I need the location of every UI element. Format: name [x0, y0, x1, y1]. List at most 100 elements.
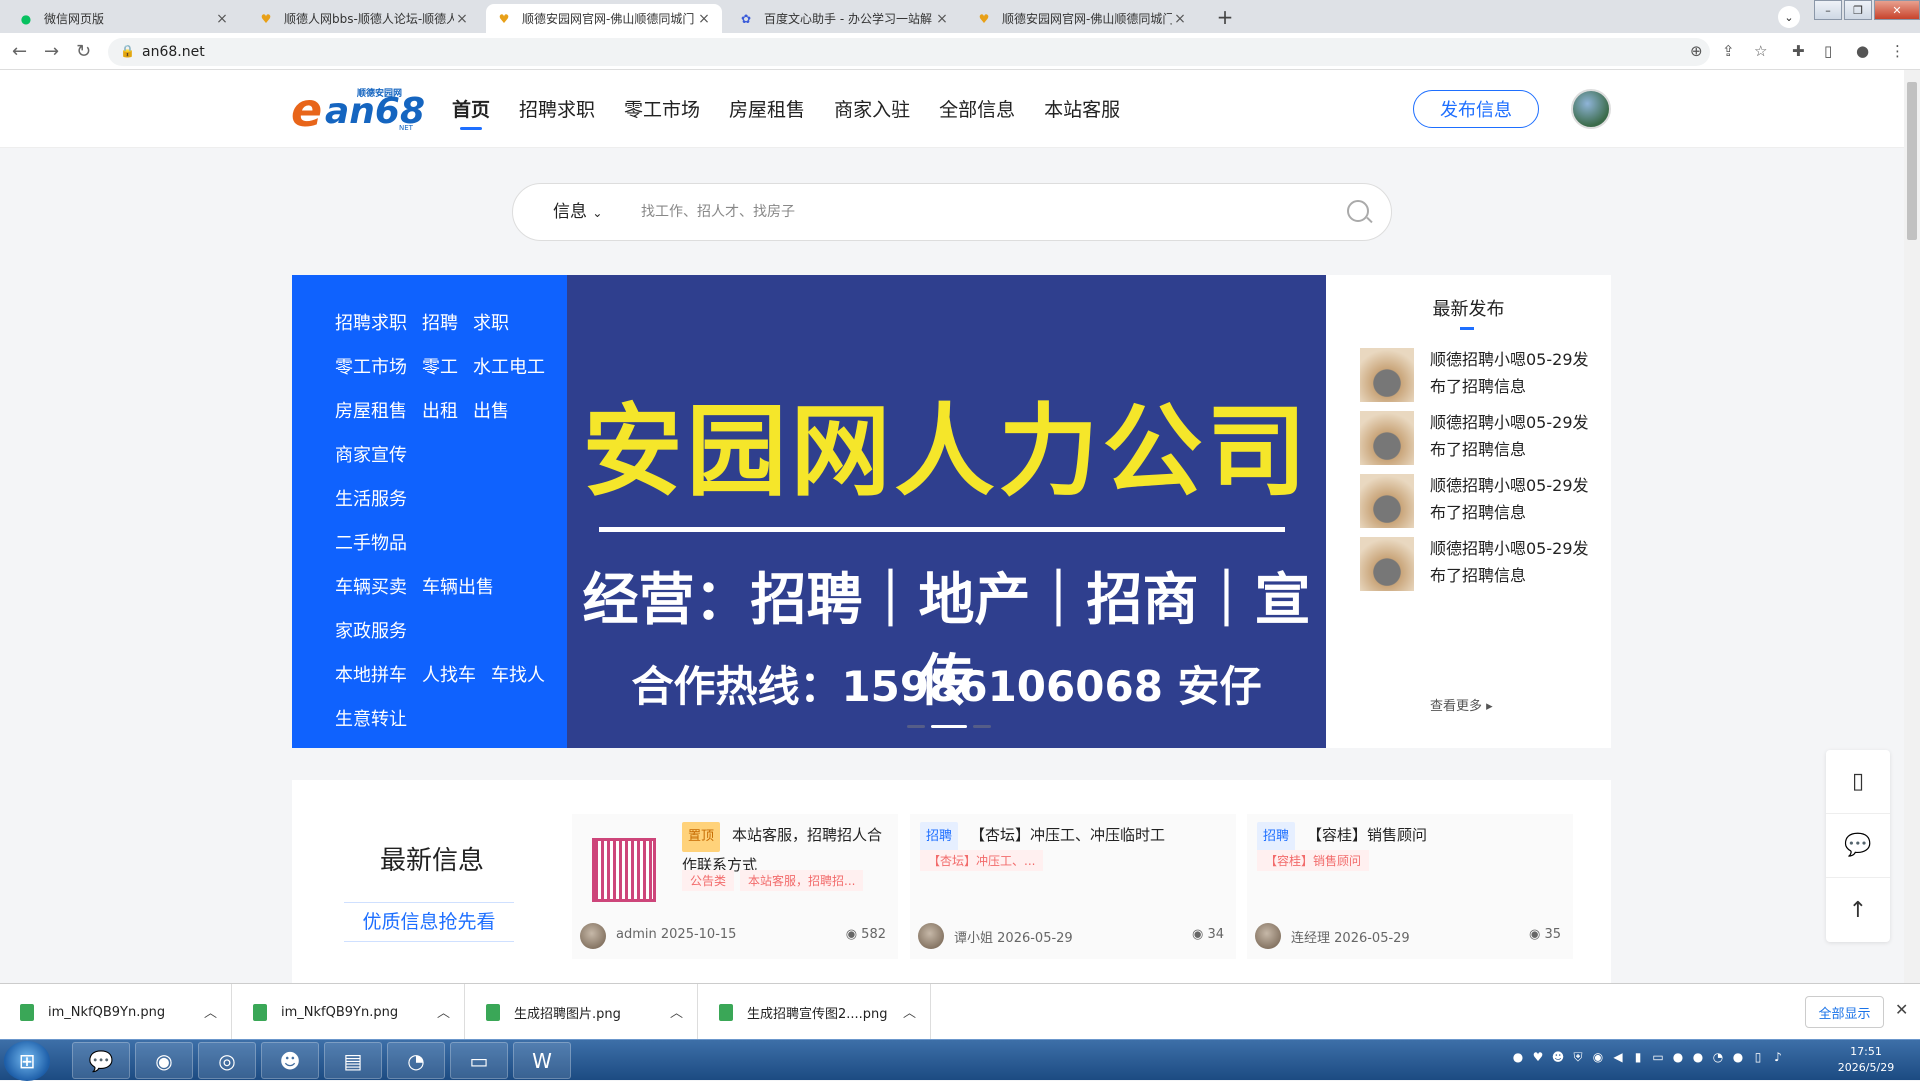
- tray-app-icon[interactable]: ◉: [1588, 1050, 1608, 1065]
- nav-jobs[interactable]: 招聘求职: [519, 70, 595, 148]
- taskbar-clock[interactable]: 17:51 2026/5/29: [1826, 1044, 1906, 1076]
- search-input[interactable]: [641, 198, 1301, 226]
- download-item[interactable]: im_NkfQB9Yn.png ︿: [0, 984, 232, 1040]
- close-icon[interactable]: ×: [1172, 11, 1188, 27]
- wps-taskbar-icon[interactable]: W: [513, 1042, 571, 1079]
- reload-icon[interactable]: ↻: [76, 41, 91, 62]
- scrollbar-thumb[interactable]: [1907, 82, 1917, 240]
- category-link[interactable]: 生活服务: [335, 485, 407, 511]
- windows-start-icon[interactable]: ⊞: [4, 1041, 50, 1081]
- nav-gig-market[interactable]: 零工市场: [624, 70, 700, 148]
- shield-icon[interactable]: ⛨: [1568, 1050, 1588, 1065]
- search-icon[interactable]: [1347, 200, 1369, 222]
- browser-tab-active[interactable]: ♥ 顺德安园网官网-佛山顺德同城门 ×: [486, 4, 722, 33]
- netease-music-taskbar-icon[interactable]: ◉: [135, 1042, 193, 1079]
- nav-all-info[interactable]: 全部信息: [939, 70, 1015, 148]
- carousel-dot[interactable]: [973, 725, 991, 728]
- category-link[interactable]: 招聘求职: [335, 309, 407, 335]
- back-arrow-icon[interactable]: ←: [12, 41, 27, 62]
- nav-support[interactable]: 本站客服: [1044, 70, 1120, 148]
- close-downloads-icon[interactable]: ✕: [1895, 1000, 1908, 1019]
- category-link[interactable]: 房屋租售: [335, 397, 407, 423]
- share-icon[interactable]: ⇪: [1722, 42, 1735, 60]
- profile-icon[interactable]: ●: [1856, 42, 1869, 60]
- latest-item[interactable]: 顺德招聘小嗯05-29发布了招聘信息: [1360, 411, 1600, 467]
- category-link[interactable]: 家政服务: [335, 617, 407, 643]
- show-all-downloads-button[interactable]: 全部显示: [1805, 996, 1884, 1028]
- category-link[interactable]: 车辆出售: [422, 573, 494, 599]
- mobile-phone-icon[interactable]: ▯: [1826, 750, 1890, 814]
- view-more-link[interactable]: 查看更多 ▸: [1430, 695, 1493, 714]
- wechat-tray-icon[interactable]: ●: [1728, 1050, 1748, 1065]
- tray-app-icon[interactable]: ●: [1508, 1050, 1528, 1065]
- menu-kebab-icon[interactable]: ⋮: [1890, 42, 1905, 60]
- forward-arrow-icon[interactable]: →: [44, 41, 59, 62]
- hero-banner[interactable]: 安园网人力公司 经营：招聘｜地产｜招商｜宣传 合作热线：15986106068 …: [567, 275, 1326, 748]
- carousel-dot-active[interactable]: [931, 725, 967, 728]
- info-card[interactable]: 招聘 【容桂】销售顾问 【容桂】销售顾问 连经理 2026-05-29 ◉ 35: [1247, 814, 1573, 959]
- extensions-puzzle-icon[interactable]: ✚: [1792, 42, 1805, 60]
- category-link[interactable]: 车找人: [491, 661, 545, 687]
- tray-app-icon[interactable]: ☻: [1548, 1050, 1568, 1065]
- nav-home[interactable]: 首页: [452, 70, 490, 148]
- search-category-dropdown[interactable]: 信息 ⌄: [553, 184, 602, 241]
- chevron-up-icon[interactable]: ︿: [204, 1002, 217, 1021]
- wechat-taskbar-icon[interactable]: 💬: [72, 1042, 130, 1079]
- browser-tab[interactable]: ✿ 百度文心助手 - 办公学习一站解 ×: [728, 4, 960, 33]
- wechat-tray-icon[interactable]: ●: [1668, 1050, 1688, 1065]
- info-card[interactable]: 置顶 本站客服，招聘招人合作联系方式 公告类 本站客服，招聘招... admin 2…: [572, 814, 898, 959]
- browser-tab[interactable]: ● 微信网页版 ×: [8, 4, 240, 33]
- category-link[interactable]: 人找车: [422, 661, 476, 687]
- close-icon[interactable]: ×: [214, 11, 230, 27]
- close-icon[interactable]: ×: [934, 11, 950, 27]
- chevron-up-icon[interactable]: ︿: [437, 1002, 450, 1021]
- category-link[interactable]: 出售: [473, 397, 509, 423]
- info-card[interactable]: 招聘 【杏坛】冲压工、冲压临时工 【杏坛】冲压工、... 谭小姐 2026-05-…: [910, 814, 1236, 959]
- close-icon[interactable]: ×: [696, 11, 712, 27]
- category-link[interactable]: 本地拼车: [335, 661, 407, 687]
- latest-item[interactable]: 顺德招聘小嗯05-29发布了招聘信息: [1360, 474, 1600, 530]
- latest-item[interactable]: 顺德招聘小嗯05-29发布了招聘信息: [1360, 348, 1600, 404]
- minimize-icon[interactable]: –: [1814, 0, 1842, 20]
- category-link[interactable]: 求职: [473, 309, 509, 335]
- chevron-up-icon[interactable]: ︿: [903, 1002, 916, 1021]
- close-icon[interactable]: ×: [454, 11, 470, 27]
- qq-taskbar-icon[interactable]: ☻: [261, 1042, 319, 1079]
- category-link[interactable]: 零工: [422, 353, 458, 379]
- tray-app-icon[interactable]: ♥: [1528, 1050, 1548, 1065]
- speaker-icon[interactable]: ♪: [1768, 1050, 1788, 1065]
- download-item[interactable]: 生成招聘宣传图2....png ︿: [699, 984, 931, 1040]
- browser-tab[interactable]: ♥ 顺德人网bbs-顺德人论坛-顺德人 ×: [248, 4, 480, 33]
- back-to-top-arrow-icon[interactable]: ↑: [1826, 878, 1890, 942]
- category-link[interactable]: 水工电工: [473, 353, 545, 379]
- publish-button[interactable]: 发布信息: [1413, 90, 1539, 128]
- nav-housing[interactable]: 房屋租售: [729, 70, 805, 148]
- latest-item[interactable]: 顺德招聘小嗯05-29发布了招聘信息: [1360, 537, 1600, 593]
- file-explorer-taskbar-icon[interactable]: ▭: [450, 1042, 508, 1079]
- zoom-icon[interactable]: ⊕: [1690, 42, 1703, 60]
- site-logo[interactable]: e an68 顺德安园网 NET: [291, 86, 426, 134]
- category-link[interactable]: 商家宣传: [335, 441, 407, 467]
- lock-icon[interactable]: 🔒: [120, 44, 135, 58]
- tab-search-chevron-icon[interactable]: ⌄: [1778, 6, 1800, 28]
- side-panel-icon[interactable]: ▯: [1824, 42, 1832, 60]
- bookmark-star-icon[interactable]: ☆: [1754, 42, 1767, 60]
- chat-bubble-icon[interactable]: 💬: [1826, 814, 1890, 878]
- category-link[interactable]: 出租: [422, 397, 458, 423]
- battery-icon[interactable]: ▯: [1748, 1050, 1768, 1065]
- category-link[interactable]: 招聘: [422, 309, 458, 335]
- notepad-taskbar-icon[interactable]: ▤: [324, 1042, 382, 1079]
- chrome-taskbar-icon[interactable]: ◎: [198, 1042, 256, 1079]
- url-bar[interactable]: 🔒 an68.net: [108, 38, 1710, 66]
- chevron-up-icon[interactable]: ︿: [670, 1002, 683, 1021]
- volume-icon[interactable]: ◀: [1608, 1050, 1628, 1065]
- category-link[interactable]: 车辆买卖: [335, 573, 407, 599]
- carousel-dot[interactable]: [907, 725, 925, 728]
- new-tab-plus-icon[interactable]: +: [1212, 4, 1238, 30]
- page-scrollbar[interactable]: [1904, 70, 1920, 983]
- network-icon[interactable]: ▮: [1628, 1050, 1648, 1065]
- tray-app-icon[interactable]: ▭: [1648, 1050, 1668, 1065]
- category-link[interactable]: 零工市场: [335, 353, 407, 379]
- category-link[interactable]: 二手物品: [335, 529, 407, 555]
- nav-merchants[interactable]: 商家入驻: [834, 70, 910, 148]
